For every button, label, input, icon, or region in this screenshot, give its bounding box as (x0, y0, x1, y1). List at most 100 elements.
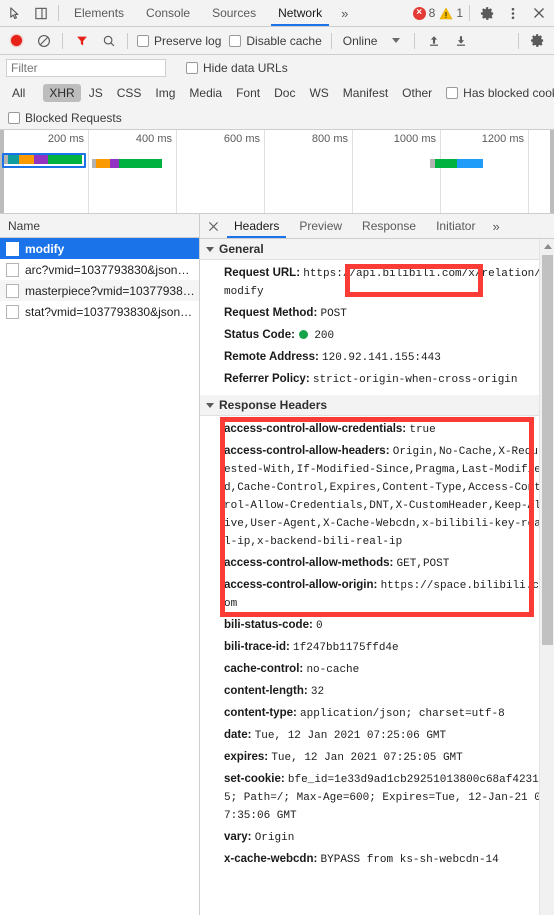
request-row-arc[interactable]: arc?vmid=1037793830&jsonp… (0, 259, 199, 280)
inspect-cursor-icon[interactable] (2, 1, 28, 26)
devtools-window: Elements Console Sources Network » × 8 1 (0, 0, 554, 915)
header-value: Origin,No-Cache,X-Requested-With,If-Modi… (224, 446, 541, 548)
network-main-split: Name modify arc?vmid=1037793830&jsonp… m… (0, 214, 554, 915)
request-name: masterpiece?vmid=10377938… (25, 283, 195, 298)
type-filter-img[interactable]: Img (149, 84, 181, 102)
filter-input[interactable] (6, 58, 166, 77)
bar-segment-waiting (48, 155, 82, 164)
request-row-modify[interactable]: modify (0, 238, 199, 259)
overview-left-handle[interactable] (0, 130, 4, 213)
preserve-log-checkbox[interactable]: Preserve log (133, 34, 225, 48)
general-status-code-key: Status Code: (224, 329, 295, 341)
type-filter-manifest[interactable]: Manifest (337, 84, 394, 102)
general-section-title: General (219, 242, 264, 256)
type-filter-font[interactable]: Font (230, 84, 266, 102)
type-filter-xhr[interactable]: XHR (43, 84, 81, 102)
clear-requests-button[interactable] (30, 28, 57, 54)
blocked-requests-checkbox[interactable]: Blocked Requests (8, 111, 126, 125)
warning-counter[interactable]: 1 (437, 6, 465, 20)
type-filter-doc[interactable]: Doc (268, 84, 301, 102)
device-toolbar-icon[interactable] (28, 1, 54, 26)
detail-scrollbar-thumb[interactable] (542, 255, 553, 645)
close-icon[interactable] (526, 1, 552, 26)
has-blocked-cookies-checkbox[interactable]: Has blocked cookies (442, 86, 554, 100)
throttling-select[interactable]: Online (337, 34, 384, 48)
detail-scrollbar[interactable] (539, 239, 554, 915)
header-key: bili-status-code: (224, 619, 313, 631)
overview-bar-3 (430, 159, 483, 168)
overview-gridline (440, 130, 441, 213)
request-name: arc?vmid=1037793830&jsonp… (25, 262, 195, 277)
chevron-down-icon (206, 402, 214, 408)
general-request-method-value: POST (320, 308, 347, 320)
header-key: access-control-allow-credentials: (224, 423, 407, 435)
header-acao-origin: access-control-allow-origin: https://spa… (200, 575, 554, 615)
close-detail-icon[interactable] (202, 214, 224, 238)
response-headers-section-header[interactable]: Response Headers (200, 395, 554, 416)
type-filter-ws[interactable]: WS (303, 84, 334, 102)
header-acao-credentials: access-control-allow-credentials: true (200, 419, 554, 441)
header-value: application/json; charset=utf-8 (300, 708, 505, 720)
disable-cache-checkbox[interactable]: Disable cache (225, 34, 325, 48)
header-value: 1f247bb1175ffd4e (293, 642, 399, 654)
general-request-method: Request Method: POST (200, 303, 554, 325)
detail-tabbar: Headers Preview Response Initiator » (200, 214, 554, 239)
type-filter-other[interactable]: Other (396, 84, 438, 102)
record-button[interactable] (3, 28, 30, 54)
header-key: access-control-allow-headers: (224, 445, 390, 457)
headers-content: General Request URL: https://api.bilibil… (200, 239, 554, 915)
detail-tab-preview[interactable]: Preview (289, 214, 352, 238)
header-bili-trace-id: bili-trace-id: 1f247bb1175ffd4e (200, 637, 554, 659)
request-list-header[interactable]: Name (0, 214, 199, 238)
gear-icon[interactable] (474, 1, 500, 26)
overview-right-handle[interactable] (550, 130, 554, 213)
detail-tab-response[interactable]: Response (352, 214, 426, 238)
tab-sources[interactable]: Sources (201, 0, 267, 26)
kebab-menu-icon[interactable] (500, 1, 526, 26)
toolbar-divider-2 (127, 32, 128, 49)
error-counter[interactable]: × 8 (411, 6, 438, 20)
request-list-panel: Name modify arc?vmid=1037793830&jsonp… m… (0, 214, 200, 915)
arrow-up-glyph (543, 244, 552, 249)
header-value: Origin (254, 832, 295, 844)
tabbar-divider (58, 5, 59, 21)
document-icon (6, 262, 19, 277)
scroll-up-arrow-icon[interactable] (540, 239, 554, 254)
type-filter-media[interactable]: Media (183, 84, 228, 102)
hide-data-urls-checkbox[interactable]: Hide data URLs (182, 61, 292, 75)
general-referrer-policy: Referrer Policy: strict-origin-when-cros… (200, 369, 554, 391)
search-icon[interactable] (95, 28, 122, 54)
header-key: vary: (224, 831, 252, 843)
header-key: bili-trace-id: (224, 641, 290, 653)
detail-tab-headers[interactable]: Headers (224, 214, 289, 238)
general-section-header[interactable]: General (200, 239, 554, 260)
tab-elements[interactable]: Elements (63, 0, 135, 26)
tab-network[interactable]: Network (267, 0, 333, 26)
document-icon (6, 241, 19, 256)
type-filter-css[interactable]: CSS (111, 84, 148, 102)
more-tabs-icon[interactable]: » (333, 6, 356, 21)
network-settings-gear-icon[interactable] (524, 28, 551, 54)
type-filter-js[interactable]: JS (83, 84, 109, 102)
export-har-icon[interactable] (447, 28, 474, 54)
header-cache-control: cache-control: no-cache (200, 659, 554, 681)
header-value: true (409, 424, 436, 436)
header-value: 0 (316, 620, 323, 632)
import-har-icon[interactable] (420, 28, 447, 54)
tab-console[interactable]: Console (135, 0, 201, 26)
bar-segment-ssl (34, 155, 48, 164)
overview-bar-2 (92, 159, 162, 168)
overview-gridlines: 200 ms 400 ms 600 ms 800 ms 1000 ms 1200… (0, 130, 554, 213)
request-row-masterpiece[interactable]: masterpiece?vmid=10377938… (0, 280, 199, 301)
detail-more-tabs-icon[interactable]: » (485, 219, 506, 234)
network-overview-timeline[interactable]: 200 ms 400 ms 600 ms 800 ms 1000 ms 1200… (0, 130, 554, 214)
detail-tab-initiator[interactable]: Initiator (426, 214, 485, 238)
chevron-down-icon[interactable] (392, 38, 401, 43)
bar-segment-waiting (119, 159, 162, 168)
filter-funnel-icon[interactable] (68, 28, 95, 54)
request-row-stat[interactable]: stat?vmid=1037793830&json… (0, 301, 199, 322)
toolbar-divider-4 (414, 32, 416, 49)
overview-gridline (528, 130, 529, 213)
general-request-method-key: Request Method: (224, 307, 318, 319)
type-filter-all[interactable]: All (6, 84, 31, 102)
